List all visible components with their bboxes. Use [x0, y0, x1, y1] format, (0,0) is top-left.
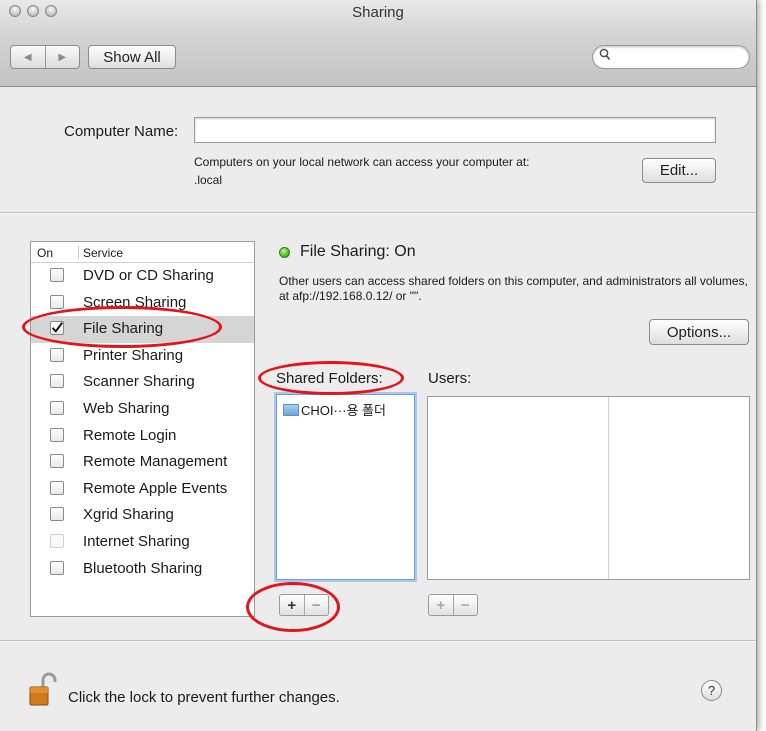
edit-button[interactable]: Edit... [642, 158, 716, 183]
shared-folders-list[interactable]: CHOI···용 폴더 [276, 394, 415, 580]
checkmark-icon [52, 322, 63, 333]
service-label: Screen Sharing [83, 293, 187, 311]
column-header-on[interactable]: On [37, 246, 53, 260]
service-checkbox[interactable] [50, 427, 64, 442]
back-button[interactable]: ◀ [11, 46, 45, 68]
service-label: Remote Management [83, 453, 228, 471]
divider-top [0, 212, 756, 214]
search-icon [599, 48, 611, 61]
service-label: Web Sharing [83, 399, 170, 417]
service-checkbox[interactable] [50, 454, 64, 469]
service-checkbox[interactable] [50, 400, 64, 415]
help-button[interactable]: ? [701, 680, 722, 701]
service-label: DVD or CD Sharing [83, 267, 214, 284]
computer-name-label: Computer Name: [64, 123, 179, 140]
service-label: Bluetooth Sharing [83, 559, 203, 577]
back-forward-control: ◀ ▶ [10, 45, 80, 69]
computer-name-field[interactable] [194, 117, 716, 143]
shared-folders-label: Shared Folders: [276, 370, 383, 387]
service-checkbox[interactable] [50, 374, 64, 389]
service-checkbox[interactable] [50, 560, 64, 575]
service-row[interactable]: Screen Sharing [31, 290, 254, 317]
remove-user-button[interactable]: − [452, 595, 478, 615]
remove-shared-folder-button[interactable]: − [303, 595, 329, 615]
shared-folder-name: CHOI···용 폴더 [301, 403, 386, 418]
service-row[interactable]: Internet Sharing [31, 529, 254, 556]
lock-icon[interactable] [28, 672, 60, 708]
divider-bottom [0, 640, 756, 642]
service-checkbox[interactable] [50, 321, 64, 336]
service-label: Printer Sharing [83, 346, 184, 364]
service-row[interactable]: Scanner Sharing [31, 369, 254, 396]
service-row[interactable]: Bluetooth Sharing [31, 556, 254, 583]
service-label: Xgrid Sharing [83, 506, 174, 524]
service-row[interactable]: Remote Apple Events [31, 476, 254, 503]
add-shared-folder-button[interactable]: + [280, 595, 304, 615]
service-row[interactable]: Web Sharing [31, 396, 254, 423]
service-list: On Service DVD or CD Sharing Screen Shari… [30, 241, 255, 617]
service-row[interactable]: Remote Management [31, 449, 254, 476]
service-checkbox[interactable] [50, 294, 64, 309]
column-header-service[interactable]: Service [83, 246, 123, 260]
users-add-remove: + − [428, 594, 478, 616]
show-all-button[interactable]: Show All [88, 45, 176, 69]
service-checkbox[interactable] [50, 268, 64, 282]
folder-icon [283, 403, 299, 416]
file-sharing-status: File Sharing: On [300, 243, 416, 260]
window-title: Sharing [352, 4, 404, 21]
service-rows: DVD or CD Sharing Screen Sharing File Shar… [31, 263, 254, 582]
file-sharing-description: Other users can access shared folders on… [279, 274, 748, 303]
service-row[interactable]: File Sharing [31, 316, 254, 343]
sharing-window: Sharing ◀ ▶ Show All Computer Name: Comp… [0, 0, 757, 731]
service-label: Internet Sharing [83, 532, 190, 550]
service-label: File Sharing [83, 320, 164, 338]
options-button[interactable]: Options... [649, 319, 749, 345]
service-row[interactable]: Printer Sharing [31, 343, 254, 370]
computer-address-note: Computers on your local network can acce… [194, 153, 529, 189]
users-column-divider [608, 397, 609, 579]
back-arrow-icon: ◀ [23, 51, 32, 63]
service-checkbox[interactable] [50, 347, 64, 362]
service-checkbox[interactable] [50, 533, 64, 548]
service-row[interactable]: Xgrid Sharing [31, 502, 254, 529]
lock-message: Click the lock to prevent further change… [68, 689, 340, 706]
service-checkbox[interactable] [50, 480, 64, 495]
service-list-header: On Service [31, 242, 254, 263]
status-indicator-icon [279, 247, 290, 258]
list-item[interactable]: CHOI···용 폴더 [283, 400, 386, 419]
computer-address-note-line2: .local [194, 173, 223, 187]
users-list[interactable] [427, 396, 750, 580]
service-checkbox[interactable] [50, 507, 64, 522]
users-label: Users: [428, 370, 472, 387]
shared-folders-add-remove: + − [279, 594, 329, 616]
computer-address-note-line1: Computers on your local network can acce… [194, 155, 530, 169]
service-label: Scanner Sharing [83, 373, 195, 391]
service-label: Remote Apple Events [83, 479, 228, 497]
forward-button[interactable]: ▶ [44, 46, 80, 68]
add-user-button[interactable]: + [429, 595, 453, 615]
service-row[interactable]: DVD or CD Sharing [31, 263, 254, 290]
service-label: Remote Login [83, 426, 177, 444]
titlebar: Sharing ◀ ▶ Show All [0, 0, 756, 87]
search-input[interactable] [592, 45, 750, 69]
forward-arrow-icon: ▶ [58, 51, 67, 63]
service-row[interactable]: Remote Login [31, 423, 254, 450]
column-divider [78, 246, 79, 259]
